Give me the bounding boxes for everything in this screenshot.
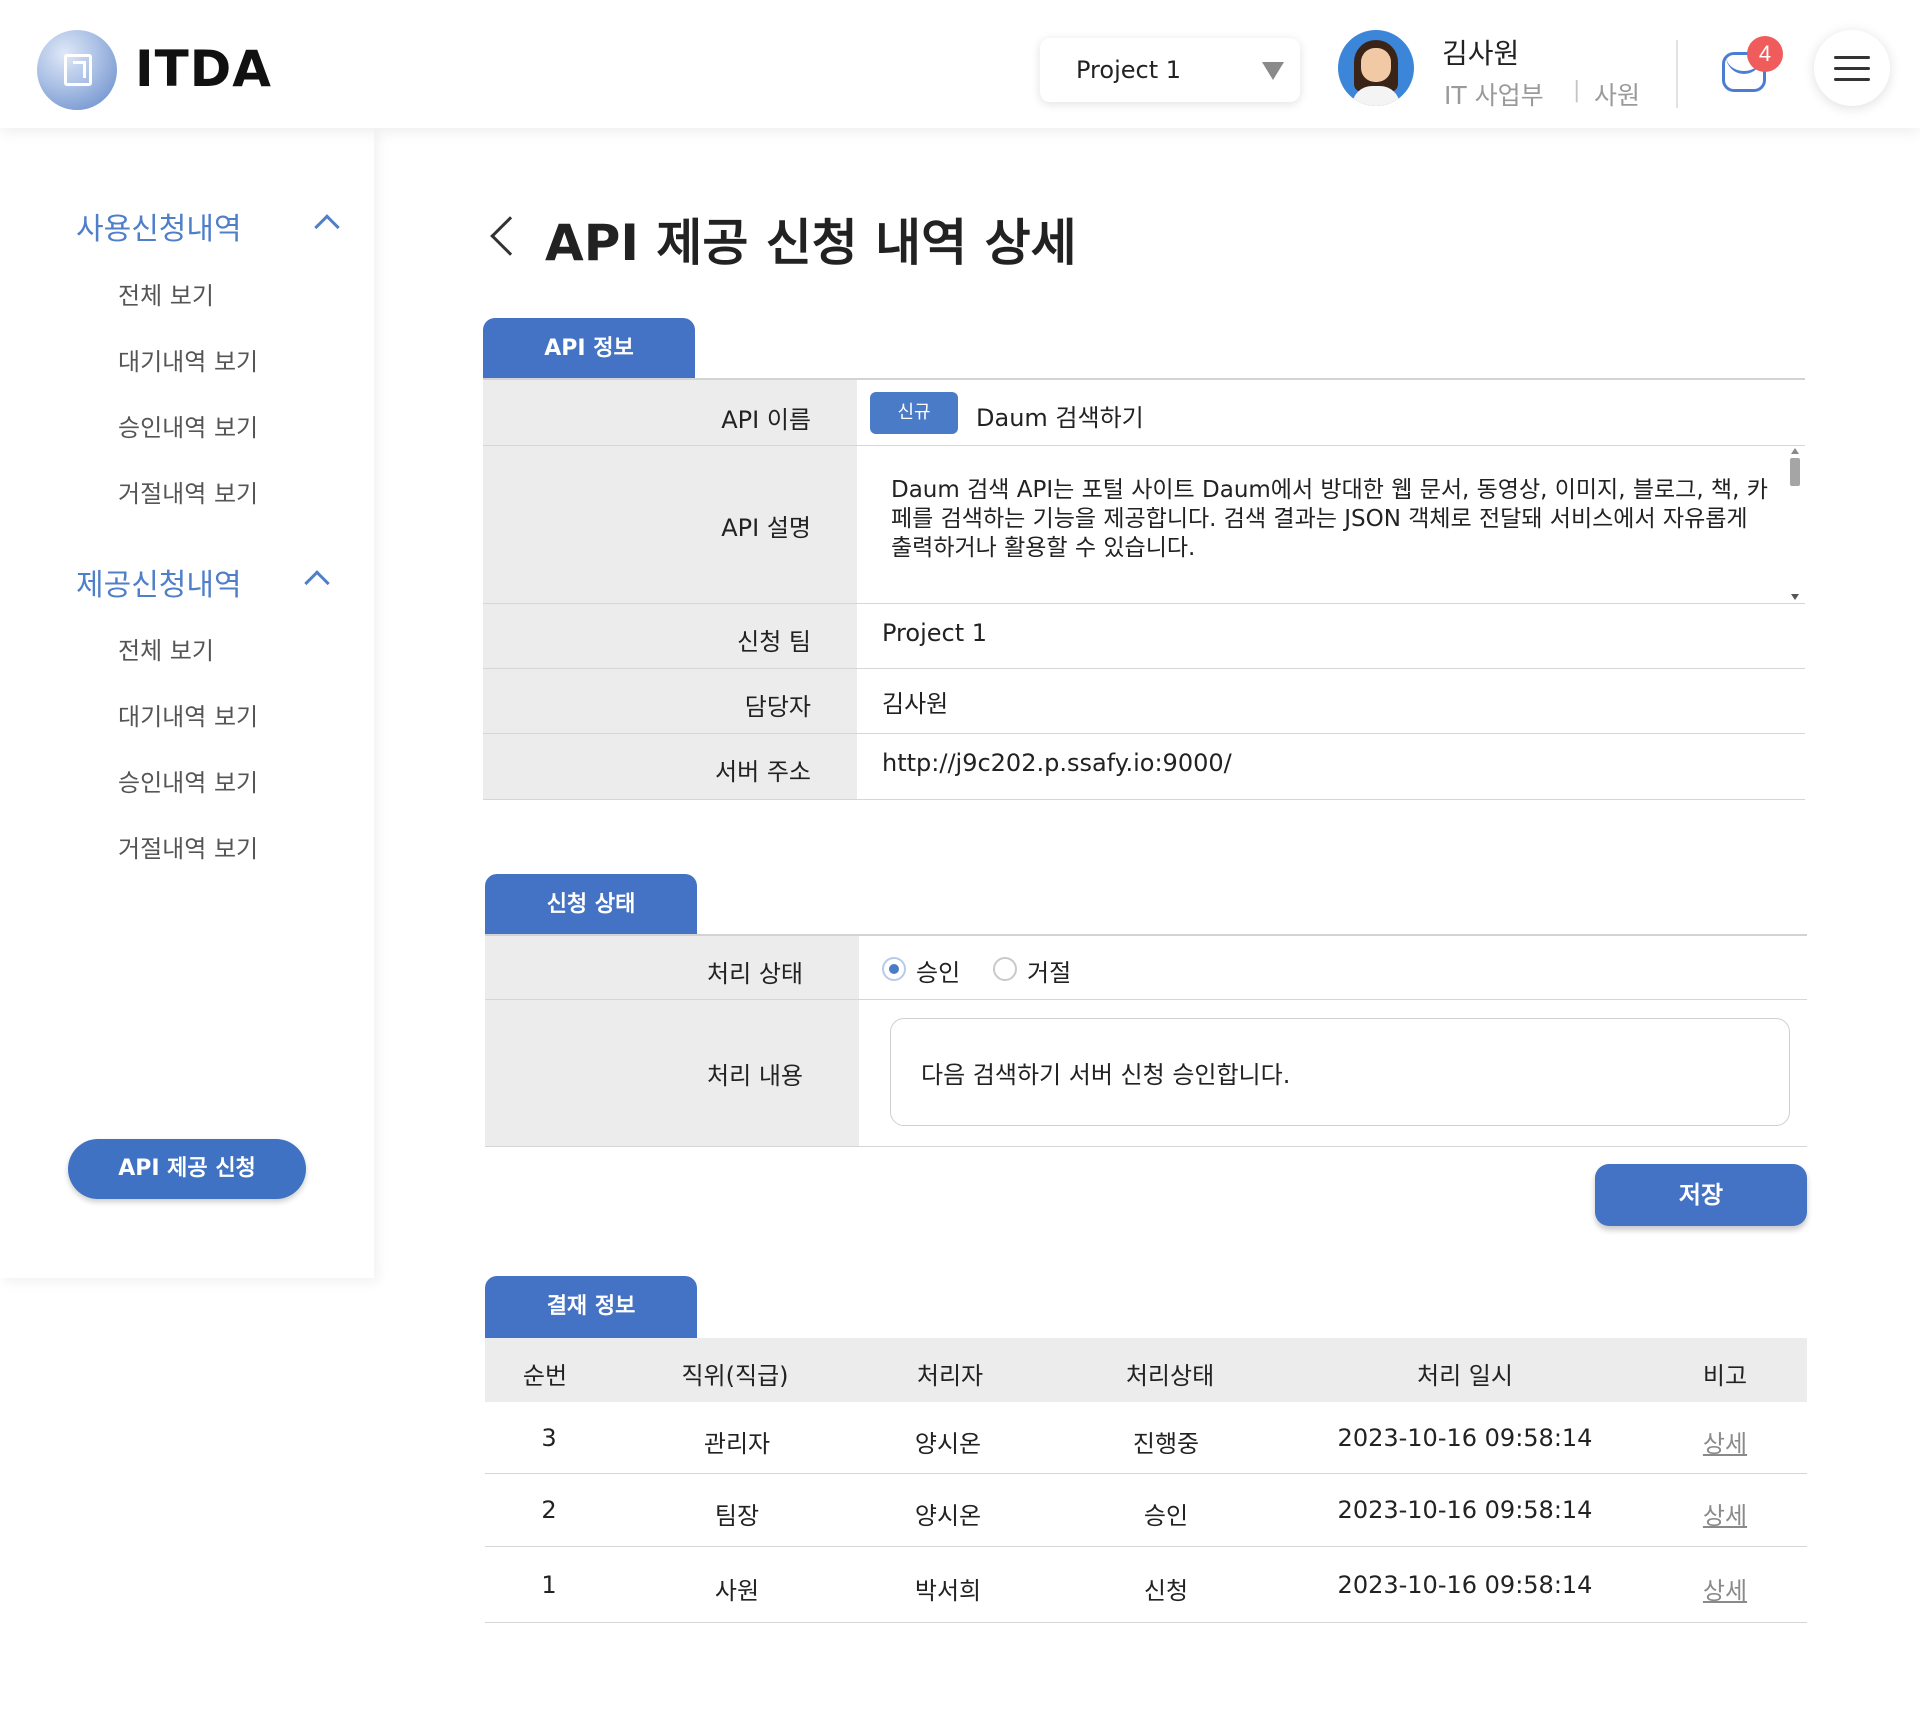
col-datetime: 처리 일시 (1417, 1362, 1513, 1390)
api-info-table: API 이름 API 설명 신청 팀 담당자 서버 주소 (483, 378, 1805, 800)
sidebar-item-usage-pending[interactable]: 대기내역 보기 (118, 342, 258, 377)
save-button[interactable]: 저장 (1595, 1164, 1807, 1226)
label-manager: 담당자 (744, 693, 811, 721)
table-row: 2 팀장 양시온 승인 2023-10-16 09:58:14 상세 (485, 1474, 1807, 1547)
menu-button[interactable] (1814, 30, 1890, 106)
col-state: 처리상태 (1125, 1362, 1215, 1390)
row-datetime: 2023-10-16 09:58:14 (1337, 1571, 1593, 1599)
sidebar-item-provide-all[interactable]: 전체 보기 (118, 631, 214, 666)
dropdown-arrow-icon (1262, 62, 1284, 80)
col-seq: 순번 (522, 1362, 568, 1390)
col-note: 비고 (1702, 1362, 1748, 1390)
sidebar-item-provide-rejected[interactable]: 거절내역 보기 (118, 829, 258, 864)
approval-table-header: 순번 직위(직급) 처리자 처리상태 처리 일시 비고 (485, 1338, 1807, 1402)
row-api-name: API 이름 (483, 380, 1805, 446)
radio-approve-label[interactable]: 승인 (916, 953, 960, 988)
row-datetime: 2023-10-16 09:58:14 (1337, 1496, 1593, 1524)
row-datetime: 2023-10-16 09:58:14 (1337, 1424, 1593, 1452)
api-description: Daum 검색 API는 포털 사이트 Daum에서 방대한 웹 문서, 동영상… (891, 477, 1768, 561)
row-seq: 1 (541, 1571, 557, 1599)
sidebar-item-provide-approved[interactable]: 승인내역 보기 (118, 763, 258, 798)
row-state: 신청 (1143, 1577, 1189, 1605)
new-badge: 신규 (870, 392, 958, 434)
process-content-input[interactable]: 다음 검색하기 서버 신청 승인합니다. (890, 1018, 1790, 1126)
row-process-state: 처리 상태 (485, 936, 1807, 1000)
row-processor: 박서희 (914, 1577, 982, 1605)
detail-link[interactable]: 상세 (1675, 1496, 1775, 1531)
tab-api-info: API 정보 (483, 318, 695, 380)
radio-reject[interactable] (993, 957, 1017, 981)
process-content-text: 다음 검색하기 서버 신청 승인합니다. (921, 1061, 1291, 1089)
notification-badge: 4 (1747, 36, 1783, 72)
row-processor: 양시온 (914, 1502, 982, 1530)
user-separator: | (1573, 78, 1581, 103)
header-divider (1676, 40, 1678, 108)
logo-text[interactable]: ITDA (135, 40, 272, 98)
logo-icon[interactable] (37, 30, 117, 110)
detail-link[interactable]: 상세 (1675, 1424, 1775, 1459)
label-process-content: 처리 내용 (707, 1062, 803, 1090)
page-title: API 제공 신청 내역 상세 (545, 214, 1077, 272)
row-seq: 2 (541, 1496, 557, 1524)
table-row: 3 관리자 양시온 진행중 2023-10-16 09:58:14 상세 (485, 1402, 1807, 1474)
manager-value: 김사원 (882, 690, 949, 718)
radio-approve[interactable] (882, 957, 906, 981)
col-processor: 처리자 (916, 1362, 984, 1390)
row-position: 사원 (714, 1577, 760, 1605)
server-address-value: http://j9c202.p.ssafy.io:9000/ (882, 749, 1232, 777)
row-position: 팀장 (714, 1502, 760, 1530)
sidebar-item-usage-rejected[interactable]: 거절내역 보기 (118, 474, 258, 509)
back-icon[interactable] (490, 216, 530, 256)
label-api-desc: API 설명 (721, 514, 811, 542)
user-rank: 사원 (1594, 81, 1641, 110)
sidebar-item-provide-pending[interactable]: 대기내역 보기 (118, 697, 258, 732)
user-name: 김사원 (1442, 37, 1520, 70)
avatar[interactable] (1338, 30, 1414, 106)
label-team: 신청 팀 (737, 628, 811, 656)
row-seq: 3 (541, 1424, 557, 1452)
top-header: ITDA Project 1 김사원 IT 사업부 | 사원 4 (0, 0, 1920, 128)
tab-approval-info: 결재 정보 (485, 1276, 697, 1338)
description-scrollbar[interactable] (1788, 448, 1802, 600)
row-position: 관리자 (703, 1430, 771, 1458)
table-row: 1 사원 박서희 신청 2023-10-16 09:58:14 상세 (485, 1547, 1807, 1623)
radio-reject-label[interactable]: 거절 (1027, 953, 1071, 988)
user-dept: IT 사업부 (1444, 81, 1544, 110)
project-select-value: Project 1 (1076, 56, 1182, 84)
row-manager: 담당자 (483, 669, 1805, 734)
row-state: 승인 (1143, 1502, 1189, 1530)
col-position: 직위(직급) (681, 1362, 789, 1390)
row-team: 신청 팀 (483, 604, 1805, 669)
sidebar-item-usage-approved[interactable]: 승인내역 보기 (118, 408, 258, 443)
tab-request-status: 신청 상태 (485, 874, 697, 936)
detail-link[interactable]: 상세 (1675, 1571, 1775, 1606)
row-state: 진행중 (1132, 1430, 1200, 1458)
sidebar-group-usage[interactable]: 사용신청내역 (76, 204, 242, 248)
api-provide-request-button[interactable]: API 제공 신청 (68, 1139, 306, 1199)
team-value: Project 1 (882, 619, 988, 647)
hamburger-icon (1834, 56, 1870, 59)
label-server: 서버 주소 (715, 758, 811, 786)
row-processor: 양시온 (914, 1430, 982, 1458)
label-process-state: 처리 상태 (707, 960, 803, 988)
sidebar-group-provide[interactable]: 제공신청내역 (76, 560, 242, 604)
api-name-value: Daum 검색하기 (976, 404, 1144, 432)
project-select[interactable]: Project 1 (1040, 38, 1300, 102)
label-api-name: API 이름 (721, 406, 811, 434)
sidebar-item-usage-all[interactable]: 전체 보기 (118, 276, 214, 311)
